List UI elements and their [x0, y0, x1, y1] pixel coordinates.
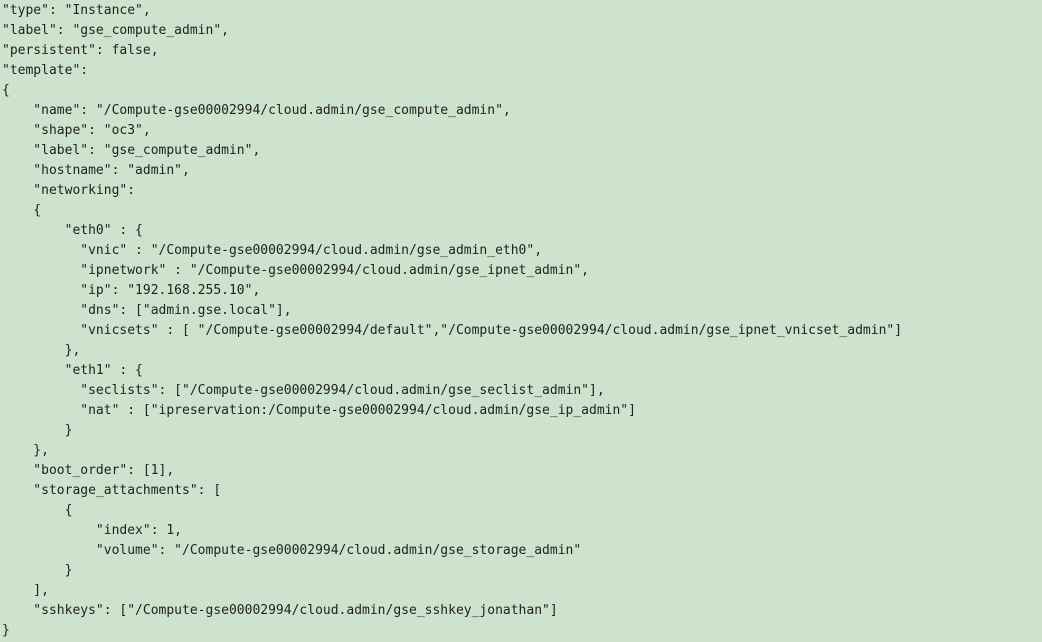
- code-line: "shape": "oc3",: [2, 121, 1040, 141]
- code-segment: "shape": "oc3",: [2, 123, 151, 138]
- code-segment: "ip": "192.168.255.10",: [2, 283, 260, 298]
- code-segment: },: [2, 443, 49, 458]
- code-segment: "label": "gse_compute_admin",: [2, 143, 260, 158]
- code-line: "sshkeys": ["/Compute-gse00002994/cloud.…: [2, 601, 1040, 621]
- code-segment: "networking":: [2, 183, 135, 198]
- code-line: "vnic" : "/Compute-gse00002994/cloud.adm…: [2, 241, 1040, 261]
- code-segment: "vnic" : "/Compute-gse00002994/cloud.adm…: [2, 243, 542, 258]
- code-segment: {: [2, 83, 10, 98]
- code-block: "type": "Instance", "label": "gse_compute…: [0, 0, 1042, 642]
- code-line: },: [2, 341, 1040, 361]
- code-segment: "hostname": "admin",: [2, 163, 190, 178]
- code-line: "label": "gse_compute_admin",: [2, 21, 1040, 41]
- code-line: "storage_attachments": [: [2, 481, 1040, 501]
- code-segment: ],: [2, 583, 49, 598]
- code-line: {: [2, 201, 1040, 221]
- code-segment: "volume": "/Compute-gse00002994/cloud.ad…: [2, 543, 581, 558]
- code-line: }: [2, 561, 1040, 581]
- code-line: ],: [2, 581, 1040, 601]
- code-segment: "storage_attachments": [: [2, 483, 221, 498]
- code-line: {: [2, 501, 1040, 521]
- code-segment: "type": "Instance",: [2, 3, 151, 18]
- code-segment: {: [2, 203, 41, 218]
- code-line: "eth0" : {: [2, 221, 1040, 241]
- code-line: "persistent": false,: [2, 41, 1040, 61]
- code-segment: "boot_order": [1],: [2, 463, 174, 478]
- code-segment: "persistent": false,: [2, 43, 159, 58]
- code-line: "volume": "/Compute-gse00002994/cloud.ad…: [2, 541, 1040, 561]
- code-line: "nat" : ["ipreservation:/Compute-gse0000…: [2, 401, 1040, 421]
- code-line: "name": "/Compute-gse00002994/cloud.admi…: [2, 101, 1040, 121]
- code-segment: "nat" : ["ipreservation:/Compute-gse0000…: [2, 403, 636, 418]
- code-segment: "eth1" : {: [2, 363, 143, 378]
- code-segment: }: [2, 623, 10, 638]
- code-line: }: [2, 421, 1040, 441]
- code-line: "ipnetwork" : "/Compute-gse00002994/clou…: [2, 261, 1040, 281]
- code-line: {: [2, 81, 1040, 101]
- code-segment: "name": "/Compute-gse00002994/cloud.admi…: [2, 103, 511, 118]
- code-segment: "dns": ["admin.gse.local"],: [2, 303, 292, 318]
- code-line: "index": 1,: [2, 521, 1040, 541]
- code-line: },: [2, 441, 1040, 461]
- code-line: "eth1" : {: [2, 361, 1040, 381]
- code-line: "vnicsets" : [ "/Compute-gse00002994/def…: [2, 321, 1040, 341]
- code-segment: "sshkeys": ["/Compute-gse00002994/cloud.…: [2, 603, 558, 618]
- code-line: "hostname": "admin",: [2, 161, 1040, 181]
- code-line: "ip": "192.168.255.10",: [2, 281, 1040, 301]
- code-segment: "index": 1,: [2, 523, 182, 538]
- code-line: }: [2, 621, 1040, 641]
- code-line: "dns": ["admin.gse.local"],: [2, 301, 1040, 321]
- code-line: "boot_order": [1],: [2, 461, 1040, 481]
- code-segment: "vnicsets" : [ "/Compute-gse00002994/def…: [2, 323, 902, 338]
- code-line: "label": "gse_compute_admin",: [2, 141, 1040, 161]
- code-segment: },: [2, 343, 80, 358]
- code-line: "networking":: [2, 181, 1040, 201]
- code-segment: {: [2, 503, 72, 518]
- code-segment: "eth0" : {: [2, 223, 143, 238]
- code-segment: "template":: [2, 63, 88, 78]
- code-line: "seclists": ["/Compute-gse00002994/cloud…: [2, 381, 1040, 401]
- code-segment: "ipnetwork" : "/Compute-gse00002994/clou…: [2, 263, 589, 278]
- code-line: "type": "Instance",: [2, 1, 1040, 21]
- code-segment: "seclists": ["/Compute-gse00002994/cloud…: [2, 383, 605, 398]
- code-line: "template":: [2, 61, 1040, 81]
- code-segment: "label": "gse_compute_admin",: [2, 23, 229, 38]
- code-segment: }: [2, 563, 72, 578]
- code-segment: }: [2, 423, 72, 438]
